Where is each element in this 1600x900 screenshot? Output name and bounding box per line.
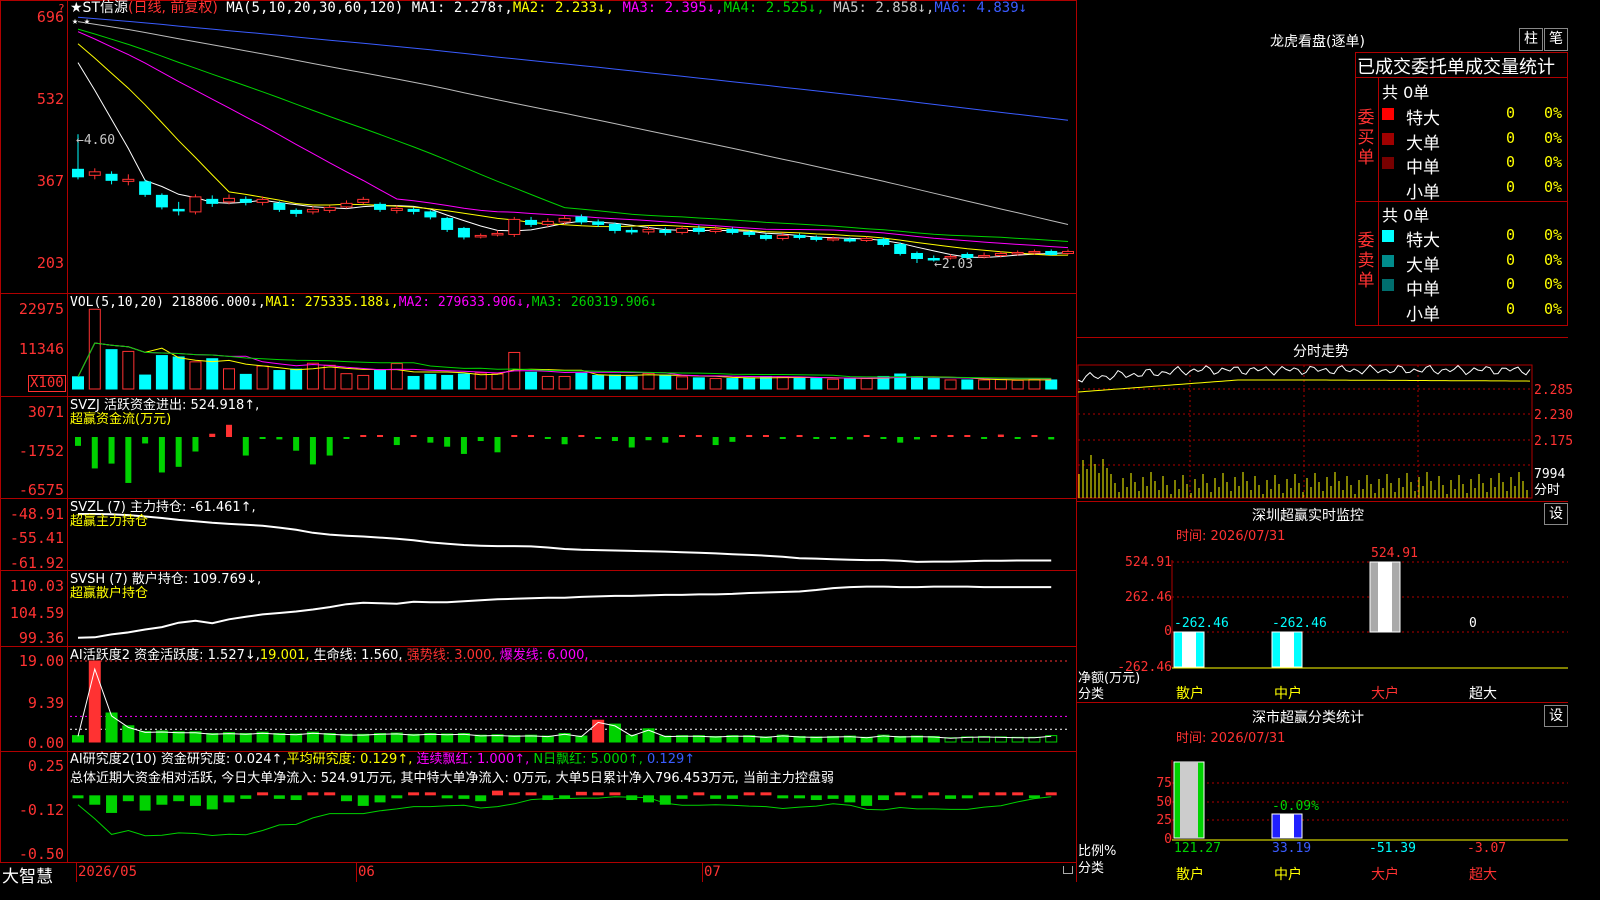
monitor-bar-3-shine [1378, 562, 1392, 632]
monitor-bar-2-shine [1280, 632, 1294, 667]
classify-bar-2-shine [1280, 814, 1294, 838]
classify-bar-1-shine [1180, 762, 1198, 838]
intraday-frame [1077, 364, 1533, 499]
intraday-price-line [1077, 364, 1531, 383]
monitor-bar-1-shine [1182, 632, 1196, 667]
right-chart-svg [1077, 364, 1568, 841]
